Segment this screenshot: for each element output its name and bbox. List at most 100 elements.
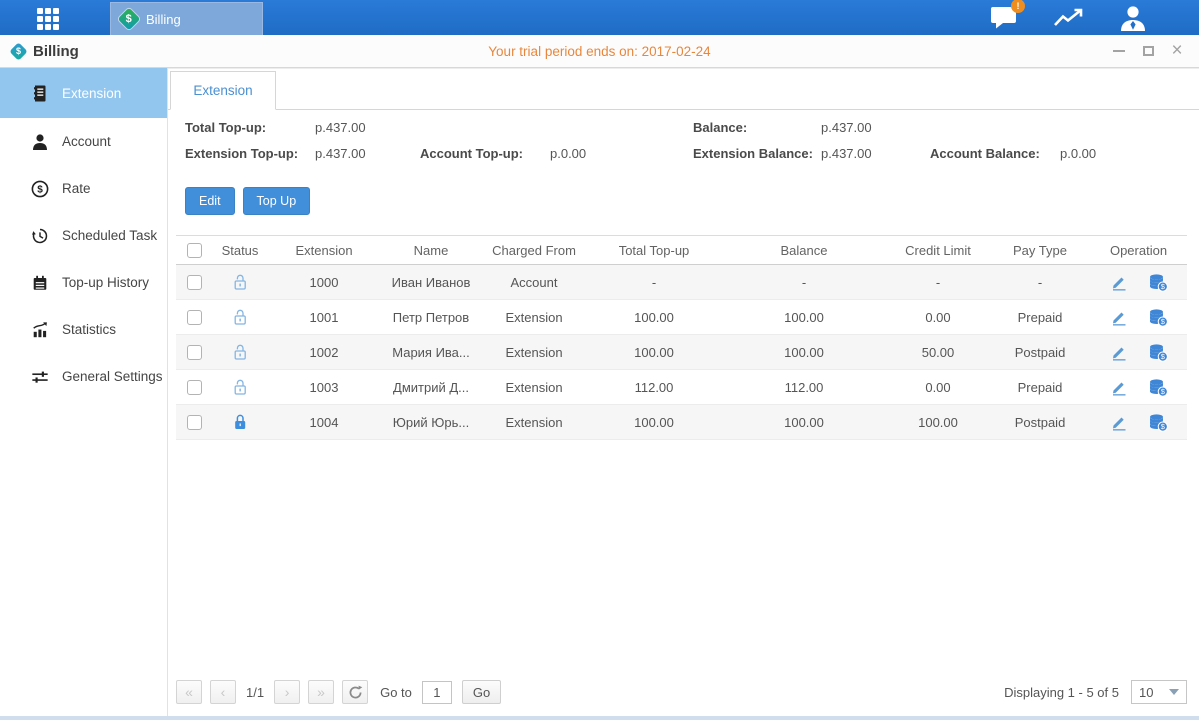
cell-pay-type: -	[990, 275, 1090, 290]
topup-row-icon[interactable]: $	[1148, 378, 1168, 397]
col-total-topup[interactable]: Total Top-up	[586, 243, 722, 258]
top-up-button[interactable]: Top Up	[243, 187, 311, 215]
col-balance[interactable]: Balance	[722, 243, 886, 258]
sidebar-item-account[interactable]: Account	[0, 118, 167, 165]
table-row[interactable]: 1002 Мария Ива... Extension 100.00 100.0…	[176, 335, 1187, 370]
cell-charged-from: Extension	[482, 345, 586, 360]
topup-row-icon[interactable]: $	[1148, 343, 1168, 362]
cell-total-topup: 112.00	[586, 380, 722, 395]
account-topup-label: Account Top-up:	[420, 146, 550, 161]
account-balance-value: p.0.00	[1060, 146, 1199, 161]
col-status[interactable]: Status	[212, 243, 268, 258]
billing-diamond-icon: $	[118, 8, 141, 31]
sidebar-item-label: Top-up History	[62, 275, 149, 290]
table-row[interactable]: 1000 Иван Иванов Account - - - - $	[176, 265, 1187, 300]
user-icon[interactable]	[1119, 5, 1147, 31]
page-size-select[interactable]: 10	[1131, 680, 1187, 704]
lock-open-icon[interactable]	[232, 273, 248, 291]
lock-closed-icon[interactable]	[232, 413, 248, 431]
minimize-icon[interactable]	[1112, 44, 1126, 58]
sidebar-item-statistics[interactable]: Statistics	[0, 306, 167, 353]
row-checkbox[interactable]	[187, 275, 202, 290]
select-all-checkbox[interactable]	[187, 243, 202, 258]
total-topup-label: Total Top-up:	[185, 120, 315, 135]
notification-badge: !	[1011, 0, 1025, 13]
col-pay-type[interactable]: Pay Type	[990, 243, 1090, 258]
next-page-button[interactable]	[274, 680, 300, 704]
extension-balance-label: Extension Balance:	[693, 146, 821, 161]
col-name[interactable]: Name	[380, 243, 482, 258]
edit-row-icon[interactable]	[1110, 413, 1128, 431]
sidebar-item-rate[interactable]: $ Rate	[0, 165, 167, 212]
svg-text:$: $	[37, 184, 43, 195]
sliders-icon	[31, 368, 49, 386]
lock-open-icon[interactable]	[232, 308, 248, 326]
col-charged-from[interactable]: Charged From	[482, 243, 586, 258]
window-bottom-edge	[0, 716, 1199, 720]
col-credit-limit[interactable]: Credit Limit	[886, 243, 990, 258]
billing-app-tab[interactable]: $ Billing	[110, 2, 263, 35]
sidebar-item-label: General Settings	[62, 369, 163, 384]
lock-open-icon[interactable]	[232, 343, 248, 361]
titlebar: $ Billing Your trial period ends on: 201…	[0, 35, 1199, 68]
maximize-icon[interactable]	[1141, 44, 1155, 58]
table-body: 1000 Иван Иванов Account - - - - $ 1001	[176, 265, 1187, 440]
col-extension[interactable]: Extension	[268, 243, 380, 258]
cell-extension: 1001	[268, 310, 380, 325]
row-checkbox[interactable]	[187, 345, 202, 360]
topbar-actions: !	[990, 0, 1147, 35]
col-operation[interactable]: Operation	[1090, 243, 1187, 258]
sidebar-item-extension[interactable]: Extension	[0, 68, 167, 118]
edit-row-icon[interactable]	[1110, 273, 1128, 291]
sidebar-item-general-settings[interactable]: General Settings	[0, 353, 167, 400]
goto-page-input[interactable]	[422, 681, 452, 704]
prev-page-button[interactable]	[210, 680, 236, 704]
cell-extension: 1000	[268, 275, 380, 290]
cell-total-topup: 100.00	[586, 415, 722, 430]
first-page-button[interactable]	[176, 680, 202, 704]
reports-icon[interactable]	[1053, 6, 1083, 30]
messages-icon[interactable]: !	[990, 6, 1017, 29]
row-checkbox[interactable]	[187, 380, 202, 395]
apps-grid-icon[interactable]	[37, 8, 65, 28]
edit-row-icon[interactable]	[1110, 343, 1128, 361]
edit-button[interactable]: Edit	[185, 187, 235, 215]
topup-row-icon[interactable]: $	[1148, 413, 1168, 432]
sidebar-item-label: Statistics	[62, 322, 116, 337]
table-row[interactable]: 1001 Петр Петров Extension 100.00 100.00…	[176, 300, 1187, 335]
row-checkbox[interactable]	[187, 415, 202, 430]
sidebar-item-topup-history[interactable]: Top-up History	[0, 259, 167, 306]
table-header: Status Extension Name Charged From Total…	[176, 235, 1187, 265]
window-title: Billing	[33, 43, 79, 60]
balance-value: p.437.00	[821, 120, 930, 135]
last-page-button[interactable]	[308, 680, 334, 704]
sidebar-item-label: Account	[62, 134, 111, 149]
person-icon	[1119, 5, 1147, 31]
cell-extension: 1002	[268, 345, 380, 360]
topup-row-icon[interactable]: $	[1148, 308, 1168, 327]
edit-row-icon[interactable]	[1110, 378, 1128, 396]
toolbar: Edit Top Up	[168, 161, 1199, 215]
table-row[interactable]: 1003 Дмитрий Д... Extension 112.00 112.0…	[176, 370, 1187, 405]
topup-row-icon[interactable]: $	[1148, 273, 1168, 292]
refresh-button[interactable]	[342, 680, 368, 704]
cell-credit-limit: 0.00	[886, 310, 990, 325]
row-checkbox[interactable]	[187, 310, 202, 325]
cell-balance: 100.00	[722, 345, 886, 360]
extension-topup-label: Extension Top-up:	[185, 146, 315, 161]
balance-summary: Total Top-up: p.437.00 Extension Top-up:…	[168, 110, 1199, 161]
tab-extension[interactable]: Extension	[170, 71, 276, 110]
cell-balance: -	[722, 275, 886, 290]
history-clock-icon	[31, 227, 49, 245]
table-row[interactable]: 1004 Юрий Юрь... Extension 100.00 100.00…	[176, 405, 1187, 440]
dollar-circle-icon: $	[31, 180, 49, 198]
edit-row-icon[interactable]	[1110, 308, 1128, 326]
cell-credit-limit: 100.00	[886, 415, 990, 430]
close-icon[interactable]: ×	[1170, 44, 1184, 58]
go-button[interactable]: Go	[462, 680, 501, 704]
lock-open-icon[interactable]	[232, 378, 248, 396]
account-balance-label: Account Balance:	[930, 146, 1060, 161]
sidebar-item-scheduled-task[interactable]: Scheduled Task	[0, 212, 167, 259]
cell-credit-limit: -	[886, 275, 990, 290]
trial-notice: Your trial period ends on: 2017-02-24	[0, 44, 1199, 59]
